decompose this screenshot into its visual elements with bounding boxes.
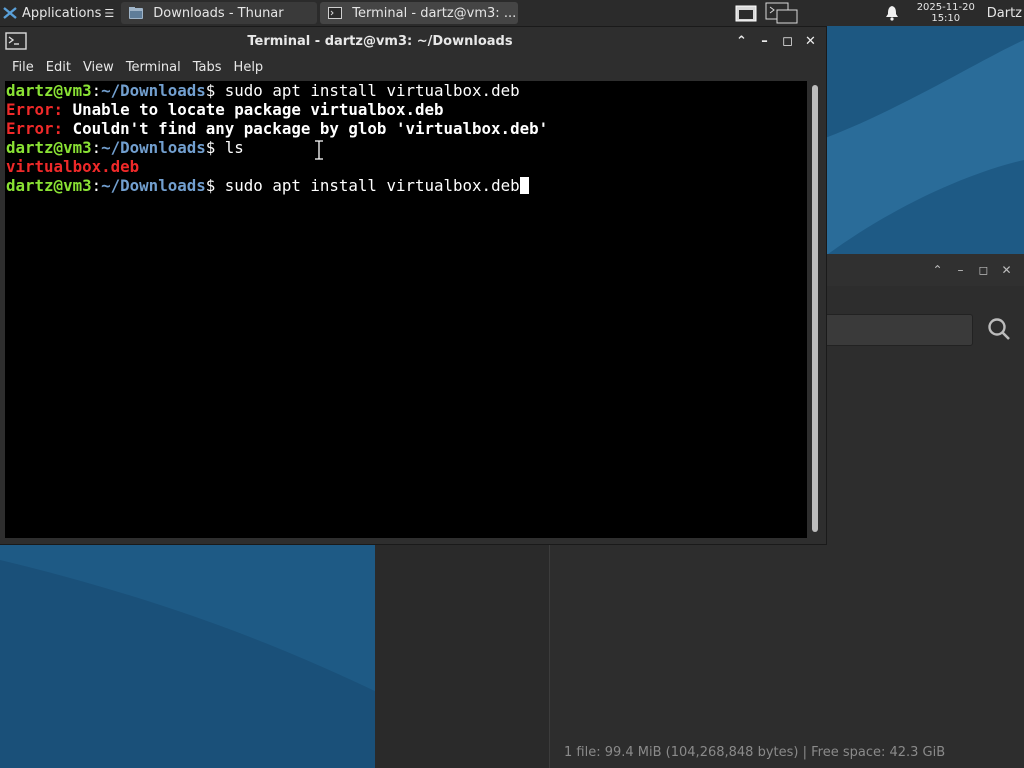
thunar-statusbar: 1 file: 99.4 MiB (104,268,848 bytes) | F… xyxy=(564,745,946,760)
terminal-line: Error: Unable to locate package virtualb… xyxy=(5,100,807,119)
prompt-dollar: $ xyxy=(205,176,216,195)
maximize-button-icon[interactable]: ◻ xyxy=(776,33,799,51)
user-menu[interactable]: Dartz xyxy=(987,6,1022,21)
terminal-line-current: dartz@vm3:~/Downloads$ sudo apt install … xyxy=(5,176,807,195)
menu-overflow-icon: ☰ xyxy=(104,6,115,20)
terminal-line: virtualbox.deb xyxy=(5,157,807,176)
terminal-menubar: File Edit View Terminal Tabs Help xyxy=(0,57,269,79)
xfce-logo-icon xyxy=(3,7,17,19)
prompt-path: ~/Downloads xyxy=(101,176,206,195)
error-label: Error: xyxy=(6,119,64,138)
workspace-2-icon[interactable] xyxy=(765,2,799,24)
thunar-maximize-toggle-icon[interactable]: ⌃ xyxy=(926,262,949,278)
folder-icon xyxy=(129,7,144,19)
panel-clock[interactable]: 2025-11-20 15:10 xyxy=(913,2,979,24)
command-text: sudo apt install virtualbox.deb xyxy=(215,81,520,100)
prompt-dollar: $ xyxy=(205,81,216,100)
ibeam-cursor-icon xyxy=(315,140,323,160)
close-button-icon[interactable]: ✕ xyxy=(799,33,822,51)
menu-edit[interactable]: Edit xyxy=(40,57,77,79)
notification-bell-icon[interactable] xyxy=(885,5,899,21)
error-label: Error: xyxy=(6,100,64,119)
thunar-close-icon[interactable]: ✕ xyxy=(995,262,1018,278)
prompt-separator: : xyxy=(91,81,102,100)
taskbar-item-thunar[interactable]: Downloads - Thunar xyxy=(121,2,318,24)
terminal-scrollbar[interactable] xyxy=(807,81,823,538)
thunar-location-bar[interactable] xyxy=(815,314,973,346)
prompt-separator: : xyxy=(91,176,102,195)
terminal-line: dartz@vm3:~/Downloads$ sudo apt install … xyxy=(5,81,807,100)
shade-button-icon[interactable]: ⌃ xyxy=(730,33,753,51)
menu-tabs[interactable]: Tabs xyxy=(187,57,228,79)
scrollbar-thumb[interactable] xyxy=(812,85,818,532)
text-cursor xyxy=(519,177,529,194)
terminal-output[interactable]: dartz@vm3:~/Downloads$ sudo apt install … xyxy=(5,81,807,538)
thunar-minimize-icon[interactable]: – xyxy=(949,262,972,278)
taskbar-item-label: Terminal - dartz@vm3: ... xyxy=(352,5,517,21)
prompt-dollar: $ xyxy=(205,138,216,157)
taskbar-item-terminal[interactable]: Terminal - dartz@vm3: ... xyxy=(320,2,519,24)
prompt-path: ~/Downloads xyxy=(101,81,206,100)
terminal-line: dartz@vm3:~/Downloads$ ls xyxy=(5,138,807,157)
prompt-user-host: dartz@vm3 xyxy=(6,176,92,195)
top-panel: Applications ☰ Downloads - Thunar Termin… xyxy=(0,0,1024,26)
window-title: Terminal - dartz@vm3: ~/Downloads xyxy=(247,34,513,49)
error-message: Unable to locate package virtualbox.deb xyxy=(63,100,444,119)
terminal-line: Error: Couldn't find any package by glob… xyxy=(5,119,807,138)
menu-help[interactable]: Help xyxy=(228,57,270,79)
taskbar-item-label: Downloads - Thunar xyxy=(153,5,284,21)
thunar-maximize-icon[interactable]: ◻ xyxy=(972,262,995,278)
menu-file[interactable]: File xyxy=(0,57,40,79)
applications-menu-button[interactable]: Applications ☰ xyxy=(0,0,118,26)
applications-label: Applications xyxy=(22,5,102,21)
prompt-separator: : xyxy=(91,138,102,157)
terminal-window: Terminal - dartz@vm3: ~/Downloads ⌃ – ◻ … xyxy=(0,27,826,544)
terminal-icon xyxy=(328,7,343,19)
error-message: Couldn't find any package by glob 'virtu… xyxy=(63,119,549,138)
prompt-path: ~/Downloads xyxy=(101,138,206,157)
search-icon[interactable] xyxy=(986,316,1012,342)
prompt-user-host: dartz@vm3 xyxy=(6,81,92,100)
minimize-button-icon[interactable]: – xyxy=(753,33,776,51)
menu-view[interactable]: View xyxy=(77,57,120,79)
clock-time: 15:10 xyxy=(931,13,961,24)
clock-date: 2025-11-20 xyxy=(916,2,975,13)
menu-terminal[interactable]: Terminal xyxy=(120,57,187,79)
command-text: ls xyxy=(215,138,244,157)
ls-output-file: virtualbox.deb xyxy=(6,157,140,176)
prompt-user-host: dartz@vm3 xyxy=(6,138,92,157)
workspace-1-icon[interactable] xyxy=(735,5,757,22)
command-input-text[interactable]: sudo apt install virtualbox.deb xyxy=(215,176,520,195)
terminal-titlebar[interactable]: Terminal - dartz@vm3: ~/Downloads ⌃ – ◻ … xyxy=(0,27,826,57)
